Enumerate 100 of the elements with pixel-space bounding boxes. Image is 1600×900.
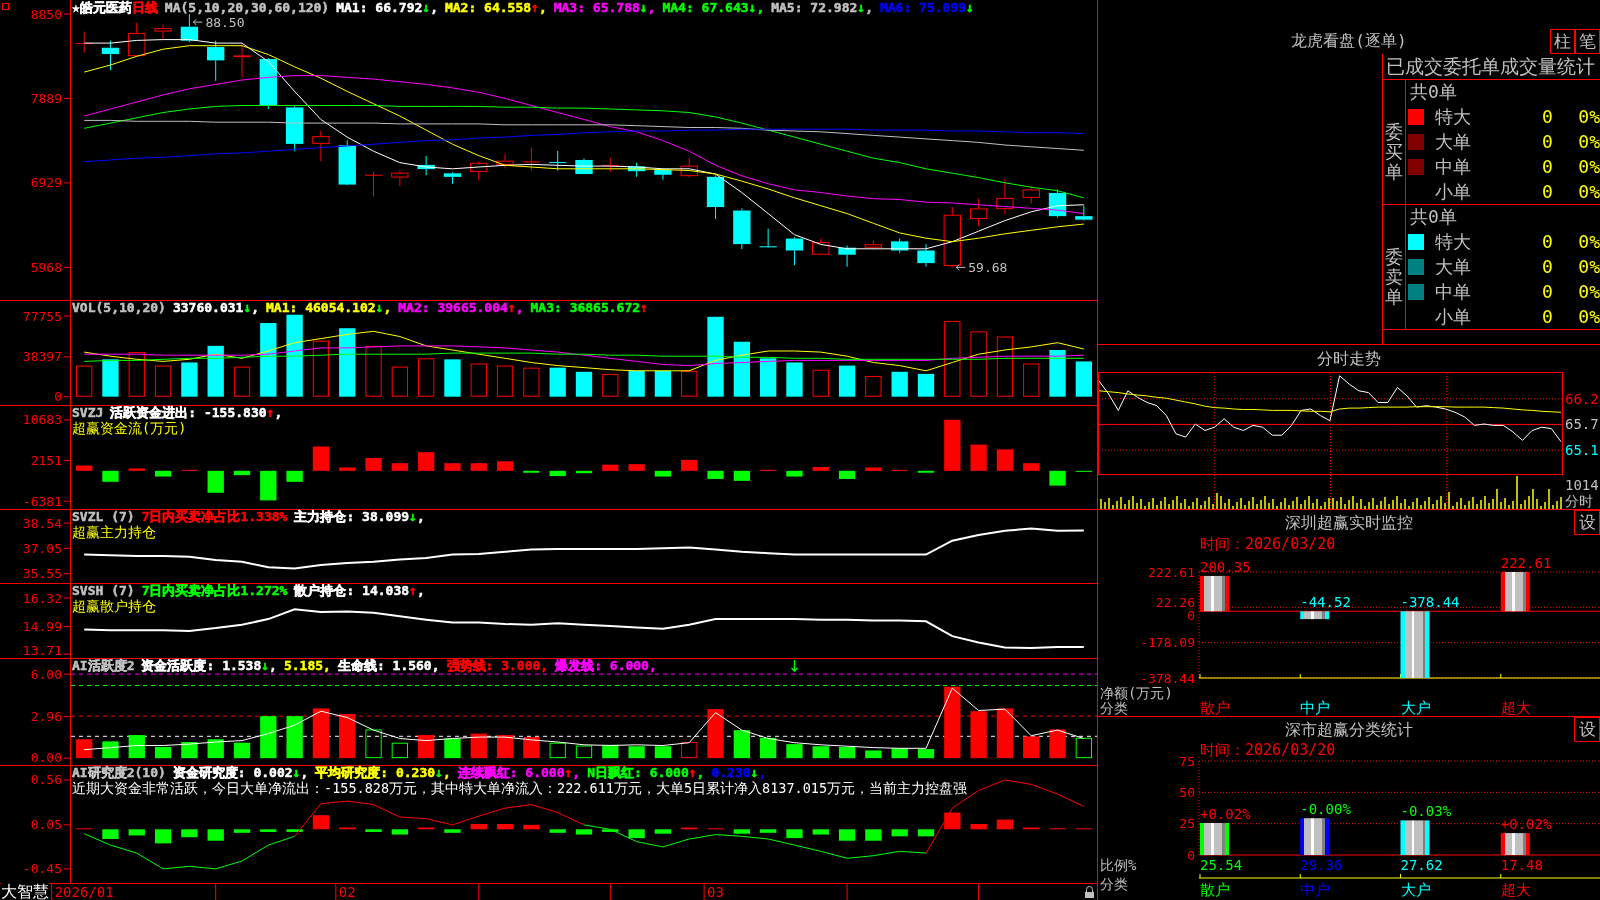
indicator-text: MA2: 39665.004 [398, 301, 508, 315]
axis-label: 5968 [30, 259, 62, 275]
indicator-text: , [416, 510, 425, 524]
price-annotation: 59.68 [968, 259, 1008, 275]
indicator-text: , [383, 301, 392, 315]
value-label: 200.35 [1200, 558, 1251, 575]
indicator-text: ↓ [375, 301, 384, 315]
category-label: 中户 [1300, 699, 1331, 716]
axis-label: 16.32 [22, 590, 62, 606]
axis-label: 65.7 [1565, 416, 1599, 433]
axis-label: 2.96 [30, 709, 62, 725]
order-percent: 0% [1577, 180, 1600, 203]
indicator-text: ↓ [750, 766, 759, 780]
axis-title: 净额(万元) [1100, 685, 1173, 701]
indicator-text: MA5: 72.982 [771, 1, 858, 15]
indicator-text: ↑ [688, 766, 697, 780]
category-label: 散户 [1200, 699, 1230, 716]
change-label: -0.00% [1300, 801, 1351, 818]
indicator-text: 主力持仓: 38.099 [294, 510, 410, 524]
indicator-text: 连续飘红: 6.000 [457, 766, 565, 780]
indicator-text: ★皓元医药 [72, 1, 132, 15]
indicator-text: VOL(5,10,20) [72, 301, 166, 315]
indicator-text: SVSH (7) [72, 584, 135, 598]
indicator-text: ↓ [748, 1, 757, 15]
value-label: 222.61 [1500, 555, 1552, 571]
panel-title: 深市超赢分类统计 [1285, 719, 1413, 741]
category-label: 超大 [1500, 699, 1531, 716]
axis-title: 比例% [1100, 857, 1137, 873]
axis-label: -0.45 [22, 861, 62, 877]
indicator-text: ↓ [966, 1, 974, 15]
axis-label: 77755 [22, 308, 62, 324]
axis-label: 0.00 [30, 749, 62, 765]
indicator-text: ↑ [640, 301, 648, 315]
indicator-text: ↓ [857, 1, 866, 15]
indicator-text: MA1: 66.792 [336, 1, 423, 15]
axis-label: 35.55 [22, 566, 62, 582]
indicator-text: 散户持仓: 14.038 [294, 584, 410, 598]
date-label: 2026/01 [54, 884, 114, 900]
indicator-text: 资金研究度: 0.002 [172, 766, 293, 780]
order-percent: 0% [1577, 105, 1600, 128]
value-label: 17.48 [1500, 857, 1543, 873]
order-size-label: 小单 [1435, 305, 1472, 328]
order-size-label: 特大 [1435, 230, 1472, 253]
category-label: 大户 [1400, 699, 1431, 716]
indicator-text: ↑ [507, 301, 516, 315]
indicator-text: , [416, 584, 425, 598]
indicator-text: 活跃资金进出: -155.830 [110, 406, 267, 420]
order-total: 共0单 [1409, 80, 1458, 104]
indicator-text: 强势线: 3.000, [446, 659, 549, 673]
indicator-text: ↑ [266, 406, 275, 420]
category-label: 大户 [1400, 881, 1431, 899]
axis-label: 6.00 [30, 666, 62, 682]
indicator-text: ↓ [243, 301, 252, 315]
indicator-text: , [758, 766, 767, 780]
indicator-text: SVZJ [72, 406, 104, 420]
chart-subtitle: 时间：2026/03/20 [1200, 535, 1336, 553]
axis-label: 0.05 [30, 817, 62, 833]
indicator-note: 近期大资金非常活跃，今日大单净流出：-155.828万元，其中特大单净流入：222.611万元，大单5日累计净入8137.015万元，当前主力控盘强 [72, 780, 968, 796]
order-size-label: 特大 [1435, 105, 1472, 128]
order-percent: 0% [1577, 305, 1600, 328]
indicator-text: 0.230 [711, 766, 751, 780]
indicator-text: ↓ [639, 1, 648, 15]
value-label: -44.52 [1300, 594, 1351, 611]
indicator-text: 33760.031 [172, 301, 244, 315]
indicator-text: AI活跃度2 [72, 659, 135, 673]
axis-label: 65.1 [1565, 442, 1599, 459]
order-size-label: 大单 [1435, 255, 1472, 278]
axis-label: -6381 [22, 493, 62, 509]
axis-label: 1014 [1565, 477, 1599, 493]
panel-title: 分时走势 [1316, 348, 1382, 370]
axis-label: 66.2 [1565, 390, 1599, 407]
change-label: -0.03% [1400, 803, 1452, 820]
order-percent: 0% [1577, 230, 1600, 253]
order-count: 0 [1541, 105, 1554, 128]
chart-subtitle: 时间：2026/03/20 [1200, 742, 1336, 759]
indicator-text: , [274, 406, 283, 420]
indicator-text: , [865, 1, 873, 15]
order-percent: 0% [1577, 155, 1600, 178]
axis-label: 38397 [22, 349, 62, 365]
axis-label: 50 [1179, 784, 1195, 800]
brand-label: 大智慧 [1, 883, 49, 900]
indicator-text: ↓ [409, 510, 417, 524]
indicator-text: ↓ [435, 766, 443, 780]
axis-label: 0 [1187, 847, 1195, 863]
panel-title: 龙虎看盘(逐单) [1291, 30, 1407, 52]
order-count: 0 [1541, 155, 1554, 178]
indicator-text: 平均研究度: 0.230 [315, 766, 436, 780]
category-label: 中户 [1300, 881, 1331, 899]
order-size-label: 中单 [1435, 280, 1472, 303]
axis-label: 222.61 [1148, 564, 1195, 580]
indicator-text: MA1: 46054.102 [266, 301, 376, 315]
category-label: 超大 [1500, 881, 1531, 899]
order-size-label: 小单 [1435, 180, 1472, 203]
change-label: +0.02% [1200, 806, 1251, 822]
value-label: -378.44 [1400, 594, 1460, 611]
indicator-text: 日线 [131, 1, 158, 15]
axis-label: 13.71 [22, 642, 62, 658]
indicator-text: MA4: 67.643 [662, 1, 749, 15]
indicator-text: , [696, 766, 705, 780]
order-total: 共0单 [1409, 205, 1458, 229]
